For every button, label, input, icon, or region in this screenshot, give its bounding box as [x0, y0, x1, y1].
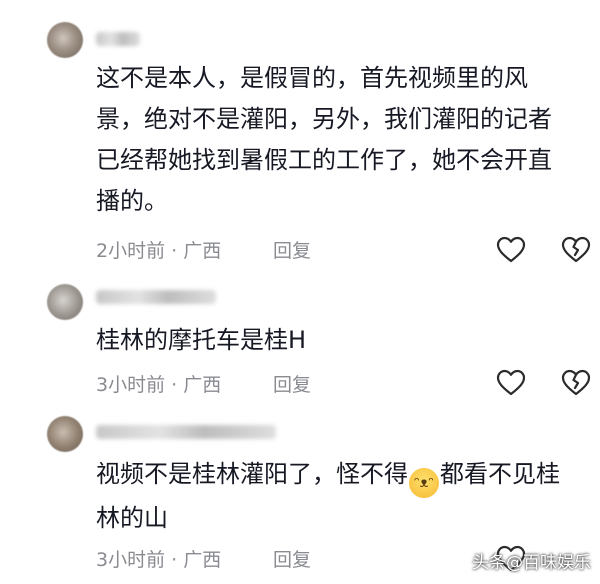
- avatar[interactable]: [47, 284, 83, 320]
- broken-heart-icon: [561, 236, 591, 263]
- avatar[interactable]: [47, 416, 83, 452]
- comment-meta: 3小时前 · 广西: [96, 374, 222, 396]
- like-button[interactable]: [496, 236, 526, 264]
- watermark: 头条@百味娱乐: [472, 553, 591, 573]
- comment-meta: 2小时前 · 广西: [96, 240, 222, 262]
- username-blurred[interactable]: [96, 290, 216, 304]
- reply-button[interactable]: 回复: [273, 370, 311, 397]
- like-button[interactable]: [496, 369, 526, 397]
- heart-outline-icon: [496, 236, 526, 263]
- reply-button[interactable]: 回复: [273, 545, 311, 572]
- comment-text-part: 视频不是桂林灌阳了，怪不得: [96, 460, 408, 488]
- avatar[interactable]: [47, 22, 83, 58]
- username-blurred[interactable]: [96, 425, 276, 439]
- heart-outline-icon: [496, 369, 526, 396]
- comment-text: 桂林的摩托车是桂H: [96, 326, 307, 354]
- comment-text: 这不是本人，是假冒的，首先视频里的风景，绝对不是灌阳，另外，我们灌阳的记者已经帮…: [96, 64, 552, 215]
- comment-meta: 3小时前 · 广西: [96, 549, 222, 571]
- broken-heart-icon: [561, 369, 591, 396]
- dislike-button[interactable]: [561, 369, 591, 397]
- reply-button[interactable]: 回复: [273, 236, 311, 263]
- dislike-button[interactable]: [561, 236, 591, 264]
- username-blurred[interactable]: [96, 32, 140, 46]
- comment-text: 视频不是桂林灌阳了，怪不得 ᵔᴥᵔ 都看不见桂林的山: [96, 454, 566, 539]
- laughing-emoji-icon: ᵔᴥᵔ: [409, 468, 439, 498]
